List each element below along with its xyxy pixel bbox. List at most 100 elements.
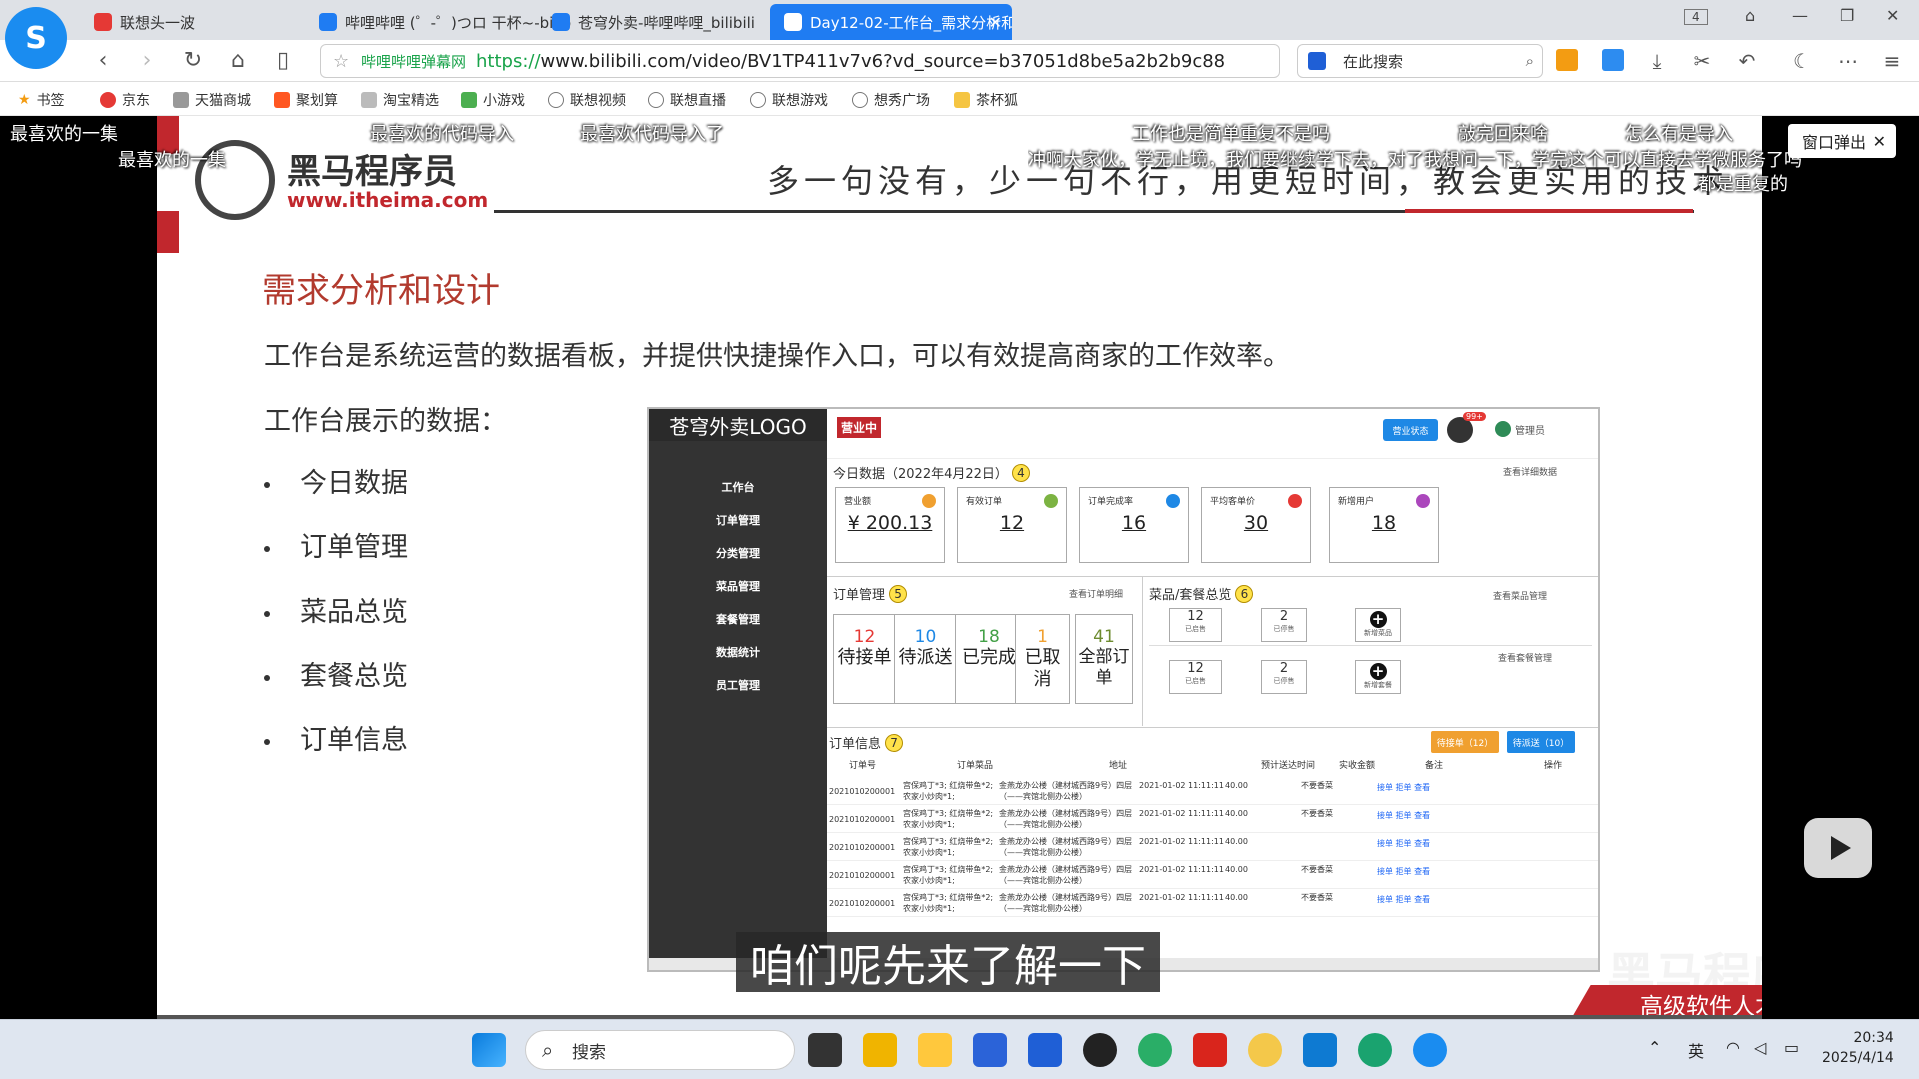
danmaku-comment: 最喜欢代码导入了 — [580, 124, 724, 145]
admin-label: 管理员 — [1495, 421, 1545, 437]
danmaku-comment: 怎么有是导入 — [1625, 124, 1733, 145]
browser-window: 联想头一波 哔哩哔哩 (゜-゜)つロ 干杯~-bilib 苍穹外卖-哔哩哔哩_b… — [0, 0, 1919, 1079]
danmaku-comment: 冲啊大家伙，学无止境，我们要继续学下去，对了我想问一下，学完这个可以直接去学微服… — [1028, 150, 1802, 171]
minimize-icon[interactable]: — — [1792, 6, 1808, 25]
bilibili-tv-icon[interactable] — [1804, 818, 1872, 878]
bookmark-item[interactable]: 联想直播 — [648, 90, 726, 110]
bookmarks-bar: ★ 书签 京东 天猫商城 聚划算 淘宝精选 小游戏 联想视频 联想直播 联想游戏 … — [0, 82, 1919, 116]
status-ribbon: 营业中 — [837, 417, 882, 438]
bookmark-item[interactable]: 联想视频 — [548, 90, 626, 110]
mock-menu-item: 数据统计 — [716, 646, 760, 659]
refresh-icon[interactable]: ↻ — [180, 48, 206, 73]
edge-icon[interactable] — [1358, 1033, 1392, 1067]
battery-icon[interactable]: ▭ — [1784, 1038, 1799, 1057]
search-engine-icon[interactable] — [1308, 52, 1326, 70]
slide-red-accent — [157, 211, 179, 253]
bookmark-item[interactable]: 淘宝精选 — [361, 90, 439, 110]
ime-indicator[interactable]: 英 — [1688, 1038, 1704, 1062]
danmaku-comment: 都是重复的 — [1698, 174, 1788, 195]
search-input[interactable]: 在此搜索 ⌕ — [1297, 44, 1543, 78]
taobao-icon — [361, 92, 377, 108]
close-window-icon[interactable]: ✕ — [1886, 6, 1899, 25]
star-icon: ★ — [18, 92, 31, 108]
tray-chevron-icon[interactable]: ⌃ — [1648, 1038, 1661, 1057]
clock[interactable]: 20:34 2025/4/14 — [1822, 1028, 1894, 1068]
bookmark-item[interactable]: 想秀广场 — [852, 90, 930, 110]
pet-app-icon[interactable] — [1248, 1033, 1282, 1067]
taskbar-search-input[interactable]: ⌕ 搜索 — [525, 1030, 795, 1070]
bookmark-item[interactable]: 京东 — [100, 90, 150, 110]
forward-icon[interactable]: › — [134, 48, 160, 73]
wifi-icon[interactable]: ◠ — [1726, 1038, 1740, 1057]
close-tab-icon[interactable]: ✕ — [989, 13, 1002, 32]
extension-blue-icon[interactable] — [1602, 49, 1624, 71]
search-icon[interactable]: ⌕ — [1526, 52, 1534, 70]
table-row: 2021010200001 宫保鸡丁*3; 红烧带鱼*2; 农家小炒肉*1; 金… — [827, 777, 1598, 805]
bullet-item: 今日数据 — [264, 461, 408, 500]
bilibili-icon — [552, 13, 570, 31]
order-count-box: 41 全部订单 — [1075, 614, 1133, 704]
address-bar[interactable]: ☆ 哔哩哔哩弹幕网 https:// www.bilibili.com/vide… — [320, 44, 1280, 78]
start-icon[interactable] — [472, 1033, 506, 1067]
setmeal-stat: 2 已停售 — [1261, 660, 1307, 694]
table-header: 备注 — [1425, 761, 1444, 771]
extension-orange-icon[interactable] — [1556, 49, 1578, 71]
wps-icon[interactable] — [1193, 1033, 1227, 1067]
reader-icon[interactable]: ▯ — [270, 48, 296, 73]
maximize-icon[interactable]: ❐ — [1840, 6, 1854, 25]
table-row: 2021010200001 宫保鸡丁*3; 红烧带鱼*2; 农家小炒肉*1; 金… — [827, 889, 1598, 917]
widgets-icon[interactable] — [863, 1033, 897, 1067]
scissors-icon[interactable]: ✂ — [1690, 49, 1714, 73]
mock-menu-item: 菜品管理 — [716, 580, 760, 593]
brand-url: www.itheima.com — [287, 188, 489, 212]
tab-bar: 联想头一波 哔哩哔哩 (゜-゜)つロ 干杯~-bilib 苍穹外卖-哔哩哔哩_b… — [0, 0, 1919, 40]
star-icon[interactable]: ☆ — [333, 51, 349, 72]
more-icon[interactable]: ⋯ — [1836, 49, 1860, 73]
store-icon[interactable] — [973, 1033, 1007, 1067]
bookmark-item[interactable]: 联想游戏 — [750, 90, 828, 110]
night-mode-icon[interactable]: ☾ — [1790, 49, 1814, 73]
globe-icon — [852, 92, 868, 108]
popout-button[interactable]: 窗口弹出 ✕ — [1788, 124, 1896, 158]
search-placeholder: 在此搜索 — [1343, 52, 1404, 71]
intro-text: 工作台是系统运营的数据看板，并提供快捷操作入口，可以有效提高商家的工作效率。 — [264, 341, 1290, 372]
file-explorer-icon[interactable] — [918, 1033, 952, 1067]
bullet-item: 订单信息 — [264, 718, 408, 757]
tab-day12-active[interactable]: Day12-02-工作台_需求分析和 ✕ — [770, 4, 1012, 40]
tab-title: Day12-02-工作台_需求分析和 — [810, 13, 1012, 32]
danmaku-comment: 最喜欢的一集 — [118, 150, 226, 171]
browser-app-icon[interactable] — [1413, 1033, 1447, 1067]
danmaku-comment: 敲完回来啥 — [1458, 124, 1548, 145]
kpi-card: 新增用户 18 — [1329, 487, 1439, 563]
browser-logo-icon[interactable]: S — [5, 7, 67, 69]
qq-icon[interactable] — [1083, 1033, 1117, 1067]
close-icon[interactable]: ✕ — [1873, 132, 1886, 151]
lenovo-app-icon[interactable] — [1028, 1033, 1062, 1067]
vscode-icon[interactable] — [1303, 1033, 1337, 1067]
bookmark-item[interactable]: 聚划算 — [274, 90, 338, 110]
mock-menu-item: 分类管理 — [716, 547, 760, 560]
bookmark-item[interactable]: ★ 书签 — [18, 90, 65, 110]
video-player[interactable]: 黑马程序员 www.itheima.com 多一句没有，少一句不行，用更短时间，… — [0, 116, 1919, 1019]
shirt-icon[interactable]: ⌂ — [1745, 6, 1755, 25]
back-icon[interactable]: ‹ — [90, 48, 116, 73]
juhuasuan-icon — [274, 92, 290, 108]
wechat-icon[interactable] — [1138, 1033, 1172, 1067]
setmeal-link: 查看套餐管理 — [1498, 654, 1553, 664]
table-header: 预计送达时间 — [1261, 761, 1316, 771]
task-view-icon[interactable] — [808, 1033, 842, 1067]
bookmark-item[interactable]: 茶杯狐 — [954, 90, 1018, 110]
download-icon[interactable]: ⤓ — [1645, 49, 1669, 73]
bookmark-item[interactable]: 小游戏 — [461, 90, 525, 110]
order-count-box: 18 已完成 — [955, 614, 1023, 704]
undo-icon[interactable]: ↶ — [1735, 49, 1759, 73]
bookmark-item[interactable]: 天猫商城 — [173, 90, 251, 110]
mock-menu-item: 工作台 — [721, 481, 755, 494]
menu-icon[interactable]: ≡ — [1880, 49, 1904, 73]
tab-count-badge[interactable]: 4 — [1684, 9, 1708, 25]
footer-text: 高级软件人才培训专家 — [1640, 994, 1762, 1015]
volume-icon[interactable]: ◁ — [1754, 1038, 1766, 1057]
danmaku-comment: 工作也是简单重复不是吗 — [1132, 124, 1330, 145]
home-icon[interactable]: ⌂ — [225, 48, 251, 73]
brand-name: 黑马程序员 — [287, 152, 457, 192]
